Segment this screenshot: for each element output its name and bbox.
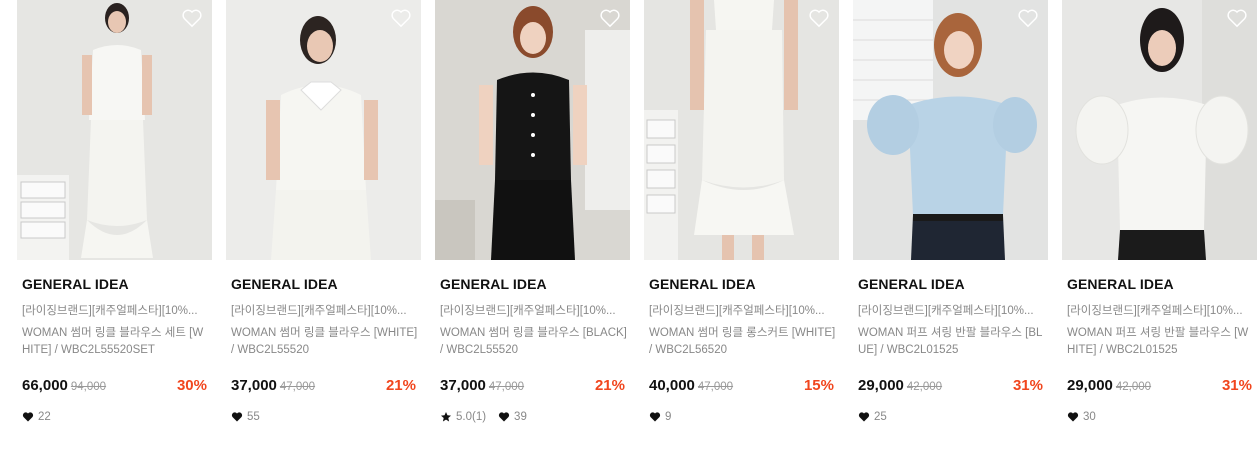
product-image[interactable] (1062, 0, 1257, 260)
sale-price: 37,000 (440, 377, 486, 394)
product-card[interactable]: GENERAL IDEA [라이징브랜드][캐주얼페스타][10%... WOM… (435, 0, 630, 451)
discount-rate: 21% (594, 377, 625, 394)
sale-price: 40,000 (649, 377, 695, 394)
like-count: 22 (38, 411, 51, 423)
likes: 55 (231, 411, 260, 423)
product-card[interactable]: GENERAL IDEA [라이징브랜드][캐주얼페스타][10%... WOM… (1062, 0, 1257, 451)
product-name[interactable]: WOMAN 퍼프 셔링 반팔 블라우스 [WHITE] / WBC2L01525 (1067, 325, 1255, 359)
brand-name[interactable]: GENERAL IDEA (440, 276, 547, 292)
product-image[interactable] (853, 0, 1048, 260)
product-card[interactable]: GENERAL IDEA [라이징브랜드][캐주얼페스타][10%... WOM… (226, 0, 421, 451)
rating: 5.0(1) (440, 411, 486, 423)
product-grid: GENERAL IDEA [라이징브랜드][캐주얼페스타][10%... WOM… (17, 0, 1260, 451)
brand-name[interactable]: GENERAL IDEA (1067, 276, 1174, 292)
likes: 39 (498, 411, 527, 423)
price: 66,000 94,000 (22, 377, 106, 394)
product-meta: 5.0(1) 39 (440, 411, 527, 423)
product-meta: 9 (649, 411, 671, 423)
original-price: 42,000 (906, 381, 943, 393)
product-meta: 25 (858, 411, 887, 423)
product-meta: 30 (1067, 411, 1096, 423)
discount-rate: 31% (1221, 377, 1252, 394)
brand-name[interactable]: GENERAL IDEA (858, 276, 965, 292)
product-tagline: [라이징브랜드][캐주얼페스타][10%... (440, 305, 616, 317)
heart-icon[interactable] (181, 8, 203, 28)
heart-icon[interactable] (1226, 8, 1248, 28)
like-count: 39 (514, 411, 527, 423)
price: 29,000 42,000 (858, 377, 942, 394)
rating-score: 5.0(1) (456, 411, 487, 423)
likes: 30 (1067, 411, 1096, 423)
price: 40,000 47,000 (649, 377, 733, 394)
heart-icon[interactable] (599, 8, 621, 28)
product-tagline: [라이징브랜드][캐주얼페스타][10%... (231, 305, 407, 317)
discount-rate: 15% (803, 377, 834, 394)
original-price: 47,000 (697, 381, 734, 393)
original-price: 47,000 (488, 381, 525, 393)
product-tagline: [라이징브랜드][캐주얼페스타][10%... (858, 305, 1034, 317)
heart-icon[interactable] (390, 8, 412, 28)
product-card[interactable]: GENERAL IDEA [라이징브랜드][캐주얼페스타][10%... WOM… (853, 0, 1048, 451)
likes: 9 (649, 411, 671, 423)
brand-name[interactable]: GENERAL IDEA (231, 276, 338, 292)
product-image[interactable] (226, 0, 421, 260)
heart-icon (649, 412, 661, 422)
sale-price: 29,000 (1067, 377, 1113, 394)
sale-price: 37,000 (231, 377, 277, 394)
heart-icon (231, 412, 243, 422)
discount-rate: 31% (1012, 377, 1043, 394)
heart-icon[interactable] (1017, 8, 1039, 28)
original-price: 47,000 (279, 381, 316, 393)
heart-icon (498, 412, 510, 422)
price: 29,000 42,000 (1067, 377, 1151, 394)
product-image[interactable] (644, 0, 839, 260)
product-name[interactable]: WOMAN 썸머 링클 블라우스 [WHITE] / WBC2L55520 (231, 325, 419, 359)
price: 37,000 47,000 (231, 377, 315, 394)
product-meta: 55 (231, 411, 260, 423)
product-name[interactable]: WOMAN 퍼프 셔링 반팔 블라우스 [BLUE] / WBC2L01525 (858, 325, 1046, 359)
heart-icon (858, 412, 870, 422)
product-image[interactable] (17, 0, 212, 260)
product-name[interactable]: WOMAN 썸머 링클 블라우스 [BLACK] / WBC2L55520 (440, 325, 628, 359)
product-image[interactable] (435, 0, 630, 260)
price: 37,000 47,000 (440, 377, 524, 394)
original-price: 42,000 (1115, 381, 1152, 393)
heart-icon[interactable] (808, 8, 830, 28)
like-count: 30 (1083, 411, 1096, 423)
product-meta: 22 (22, 411, 51, 423)
heart-icon (1067, 412, 1079, 422)
likes: 22 (22, 411, 51, 423)
brand-name[interactable]: GENERAL IDEA (22, 276, 129, 292)
star-icon (441, 412, 451, 422)
sale-price: 66,000 (22, 377, 68, 394)
likes: 25 (858, 411, 887, 423)
like-count: 9 (665, 411, 672, 423)
brand-name[interactable]: GENERAL IDEA (649, 276, 756, 292)
heart-icon (22, 412, 34, 422)
like-count: 25 (874, 411, 887, 423)
sale-price: 29,000 (858, 377, 904, 394)
original-price: 94,000 (70, 381, 107, 393)
product-tagline: [라이징브랜드][캐주얼페스타][10%... (649, 305, 825, 317)
discount-rate: 30% (176, 377, 207, 394)
product-name[interactable]: WOMAN 썸머 링클 블라우스 세트 [WHITE] / WBC2L55520… (22, 325, 210, 359)
product-name[interactable]: WOMAN 썸머 링클 롱스커트 [WHITE] / WBC2L56520 (649, 325, 837, 359)
discount-rate: 21% (385, 377, 416, 394)
product-card[interactable]: GENERAL IDEA [라이징브랜드][캐주얼페스타][10%... WOM… (17, 0, 212, 451)
product-tagline: [라이징브랜드][캐주얼페스타][10%... (1067, 305, 1243, 317)
product-card[interactable]: GENERAL IDEA [라이징브랜드][캐주얼페스타][10%... WOM… (644, 0, 839, 451)
like-count: 55 (247, 411, 260, 423)
product-tagline: [라이징브랜드][캐주얼페스타][10%... (22, 305, 198, 317)
